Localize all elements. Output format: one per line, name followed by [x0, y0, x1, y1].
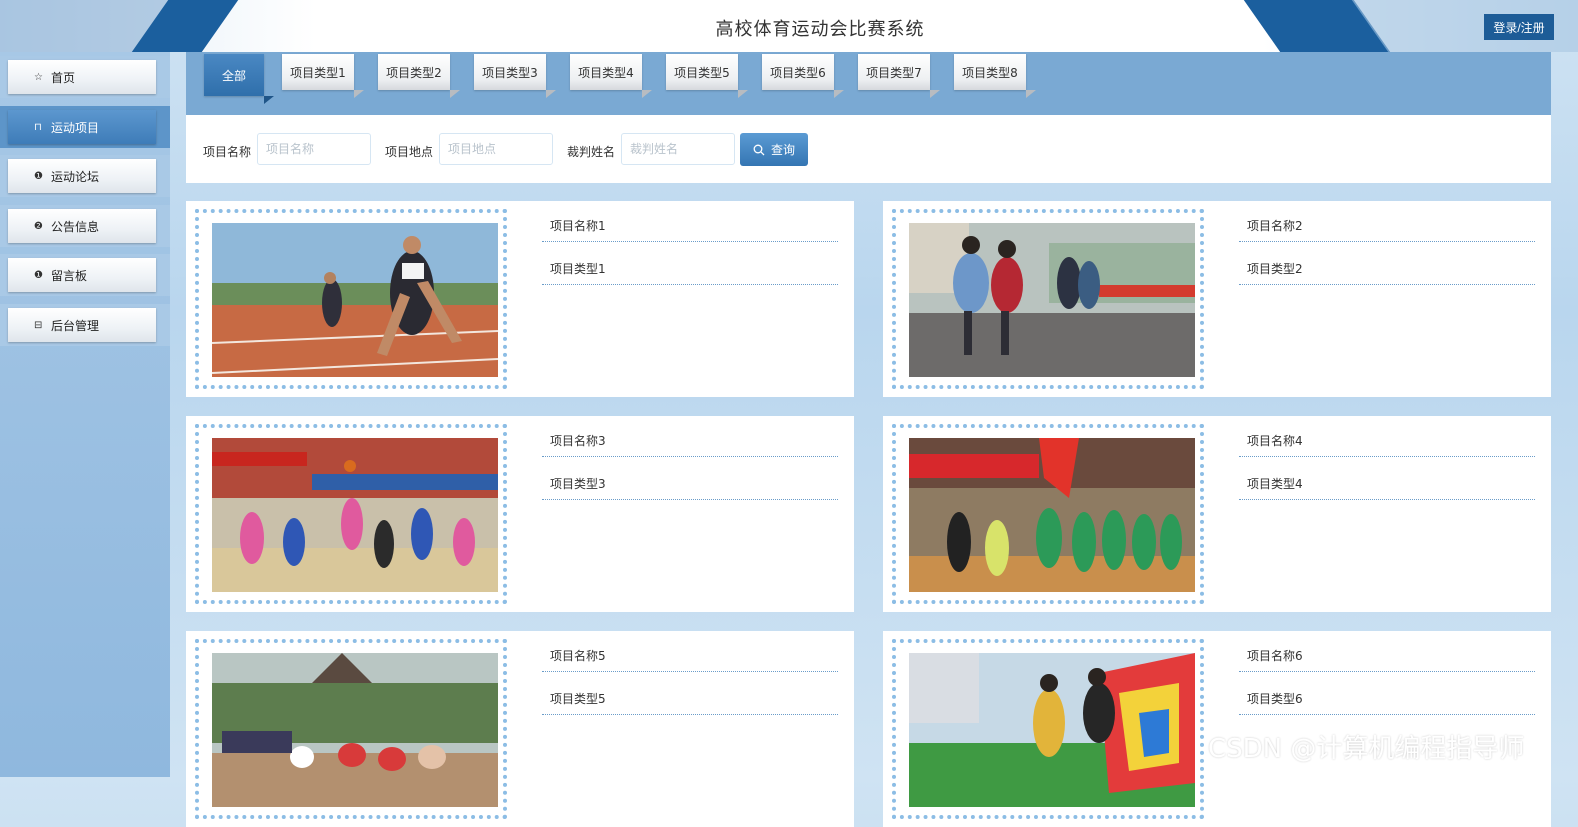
- project-name: 项目名称6: [1239, 640, 1535, 672]
- sidebar-item-admin[interactable]: ⊟ 后台管理: [0, 304, 170, 346]
- tab-type-5[interactable]: 项目类型5: [666, 54, 748, 98]
- project-photo-inflatable-game: [909, 653, 1195, 807]
- project-card[interactable]: 项目名称3 项目类型3: [186, 416, 854, 612]
- sidebar-item-label: 留言板: [51, 268, 88, 283]
- csdn-watermark: CSDN @计算机编程指导师: [1208, 734, 1525, 764]
- project-photo-parade: [909, 438, 1195, 592]
- search-button[interactable]: 查询: [740, 133, 808, 166]
- project-type: 项目类型3: [542, 468, 838, 500]
- photo-frame: [195, 424, 507, 604]
- info-icon: ❶: [34, 269, 43, 281]
- sidebar-item-label: 运动论坛: [51, 169, 100, 184]
- project-card[interactable]: 项目名称4 项目类型4: [883, 416, 1551, 612]
- tab-type-7[interactable]: 项目类型7: [858, 54, 940, 98]
- tab-type-4[interactable]: 项目类型4: [570, 54, 652, 98]
- header: 高校体育运动会比赛系统 登录/注册: [0, 0, 1578, 52]
- project-location-input[interactable]: [439, 133, 553, 165]
- project-type: 项目类型1: [542, 253, 838, 285]
- project-photo-three-legged-race: [909, 223, 1195, 377]
- referee-name-label: 裁判姓名: [567, 145, 616, 159]
- sidebar-item-home[interactable]: ☆ 首页: [0, 56, 170, 98]
- project-name: 项目名称5: [542, 640, 838, 672]
- category-tabbar: 全部 项目类型1 项目类型2 项目类型3 项目类型4 项目类型5 项目类型6 项…: [186, 52, 1551, 115]
- project-name: 项目名称1: [542, 210, 838, 242]
- search-panel: 项目名称 项目地点 裁判姓名 查询: [186, 115, 1551, 183]
- photo-frame: [892, 424, 1204, 604]
- sidebar-item-label: 首页: [51, 70, 76, 85]
- project-location-label: 项目地点: [385, 145, 434, 159]
- sidebar-item-label: 公告信息: [51, 219, 100, 234]
- project-type: 项目类型4: [1239, 468, 1535, 500]
- lock-icon: ⊓: [34, 121, 42, 133]
- sidebar-item-label: 运动项目: [51, 120, 100, 135]
- star-icon: ☆: [34, 71, 43, 83]
- project-name-label: 项目名称: [203, 145, 252, 159]
- photo-frame: [195, 639, 507, 819]
- site-title: 高校体育运动会比赛系统: [715, 19, 925, 40]
- project-photo-sprint: [212, 223, 498, 377]
- project-photo-basketball: [212, 438, 498, 592]
- sidebar-item-announcements[interactable]: ❷ 公告信息: [0, 205, 170, 247]
- login-register-button[interactable]: 登录/注册: [1484, 14, 1554, 40]
- calendar-icon: ⊟: [34, 319, 43, 331]
- project-card[interactable]: 项目名称5 项目类型5: [186, 631, 854, 827]
- photo-frame: [892, 639, 1204, 819]
- project-type: 项目类型6: [1239, 683, 1535, 715]
- photo-frame: [195, 209, 507, 389]
- alert-icon: ❶: [34, 170, 43, 182]
- tab-type-1[interactable]: 项目类型1: [282, 54, 364, 98]
- tab-type-6[interactable]: 项目类型6: [762, 54, 844, 98]
- project-card[interactable]: 项目名称2 项目类型2: [883, 201, 1551, 397]
- tab-type-2[interactable]: 项目类型2: [378, 54, 460, 98]
- project-name: 项目名称2: [1239, 210, 1535, 242]
- sidebar-item-label: 后台管理: [51, 318, 100, 333]
- tab-type-3[interactable]: 项目类型3: [474, 54, 556, 98]
- project-photo-race-start: [212, 653, 498, 807]
- project-name: 项目名称4: [1239, 425, 1535, 457]
- help-icon: ❷: [34, 220, 43, 232]
- project-card[interactable]: 项目名称1 项目类型1: [186, 201, 854, 397]
- project-name-input[interactable]: [257, 133, 371, 165]
- search-icon: [753, 144, 765, 155]
- sidebar: ☆ 首页 ⊓ 运动项目 ❶ 运动论坛 ❷ 公告信息 ❶ 留言板 ⊟ 后台管理: [0, 52, 170, 777]
- project-name: 项目名称3: [542, 425, 838, 457]
- tab-all[interactable]: 全部: [204, 54, 274, 104]
- search-button-label: 查询: [770, 143, 795, 157]
- project-type: 项目类型5: [542, 683, 838, 715]
- referee-name-input[interactable]: [621, 133, 735, 165]
- tab-type-8[interactable]: 项目类型8: [954, 54, 1036, 98]
- project-type: 项目类型2: [1239, 253, 1535, 285]
- sidebar-item-sports-projects[interactable]: ⊓ 运动项目: [0, 106, 170, 148]
- sidebar-item-message-board[interactable]: ❶ 留言板: [0, 254, 170, 296]
- photo-frame: [892, 209, 1204, 389]
- sidebar-item-forum[interactable]: ❶ 运动论坛: [0, 155, 170, 197]
